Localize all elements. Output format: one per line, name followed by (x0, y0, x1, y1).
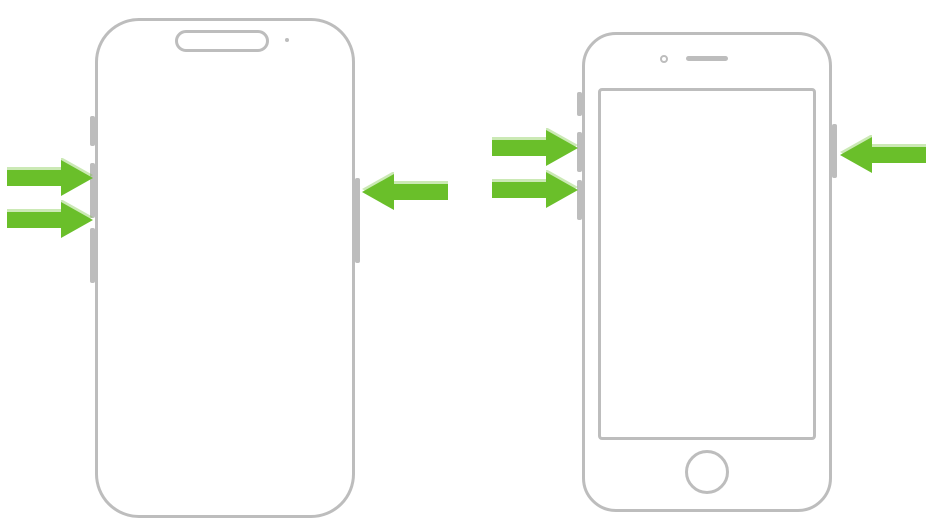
arrow-volume-up-icon (5, 158, 95, 198)
side-button (832, 124, 837, 178)
arrow-side-button-icon (838, 135, 928, 175)
phone-frame (95, 18, 355, 518)
phone-screen (598, 88, 816, 440)
iphone-faceid (95, 18, 355, 518)
front-camera-icon (660, 55, 668, 63)
dynamic-island (175, 30, 269, 52)
diagram-stage (0, 0, 932, 530)
arrow-side-button-icon (360, 172, 450, 212)
sensor-dot-icon (285, 38, 289, 42)
side-button (355, 178, 360, 263)
arrow-volume-down-icon (5, 200, 95, 240)
home-button (685, 450, 729, 494)
arrow-volume-down-icon (490, 170, 580, 210)
speaker-icon (686, 56, 728, 61)
arrow-volume-up-icon (490, 128, 580, 168)
iphone-homebutton (582, 32, 832, 512)
